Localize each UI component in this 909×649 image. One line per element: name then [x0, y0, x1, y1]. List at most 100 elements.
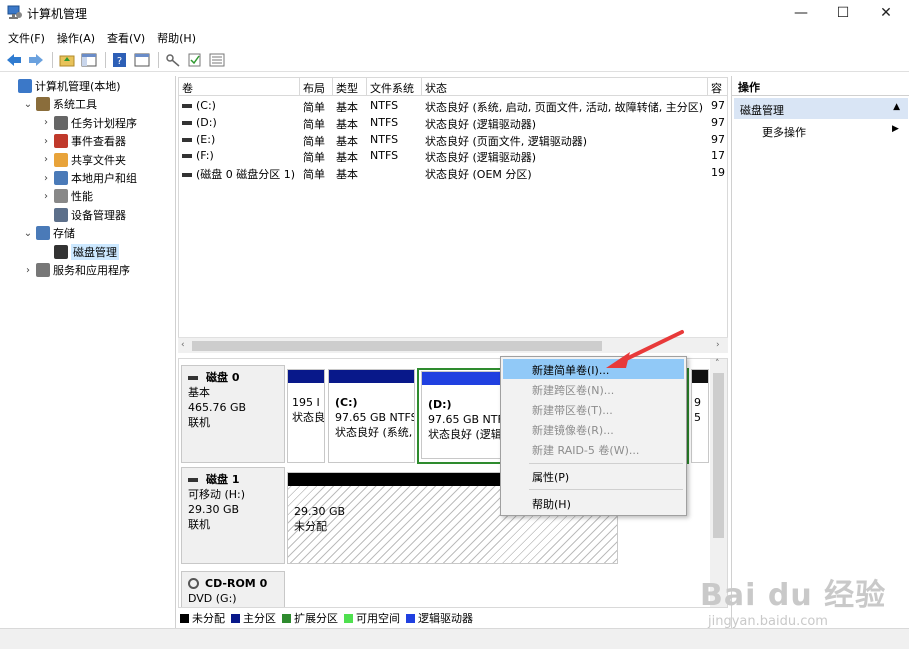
- close-icon: ✕: [880, 5, 892, 21]
- volume-cell-status: 状态良好 (系统, 启动, 页面文件, 活动, 故障转储, 主分区): [425, 101, 704, 114]
- forward-button[interactable]: [26, 51, 46, 69]
- volume-list: 卷 布局 类型 文件系统 状态 容 (C:) 简单 基本 NTFS 状态良好 (系统, …: [178, 77, 728, 353]
- close-button[interactable]: ✕: [864, 0, 908, 26]
- legend-item: 可用空间: [344, 610, 400, 626]
- expander-chevron-icon[interactable]: ›: [40, 136, 52, 147]
- tree-item[interactable]: 设备管理器: [40, 206, 126, 224]
- volume-row[interactable]: (C:) 简单 基本 NTFS 状态良好 (系统, 启动, 页面文件, 活动, 故障转储…: [179, 98, 727, 115]
- menu-new-mirrored-volume[interactable]: 新建镜像卷(R)...: [503, 419, 684, 439]
- properties-view-button[interactable]: [132, 51, 152, 69]
- baidu-watermark: Bai du 经验 jingyan.baidu.com: [700, 570, 900, 629]
- column-header-filesystem[interactable]: 文件系统: [367, 78, 422, 96]
- legend-item: 主分区: [231, 610, 276, 626]
- legend-label: 扩展分区: [294, 612, 338, 625]
- disk-0-partition-small[interactable]: 95: [691, 369, 709, 463]
- volume-cell-cap: 97: [711, 99, 725, 112]
- scrollbar-thumb[interactable]: [713, 373, 724, 538]
- menu-help[interactable]: 帮助(H): [157, 28, 202, 48]
- checklist-icon: [188, 53, 201, 66]
- tree-item-label: 任务计划程序: [71, 116, 137, 130]
- checklist-button[interactable]: [185, 51, 205, 69]
- legend-label: 主分区: [243, 612, 276, 625]
- expander-chevron-icon[interactable]: ⌄: [22, 228, 34, 239]
- disk-1-label[interactable]: 磁盘 1 可移动 (H:) 29.30 GB 联机: [181, 467, 285, 564]
- column-header-capacity[interactable]: 容: [708, 78, 727, 96]
- partition-status: 状态良: [292, 411, 325, 424]
- volume-name: (磁盘 0 磁盘分区 1): [196, 168, 296, 182]
- actions-section-disk-management[interactable]: 磁盘管理 ▲: [734, 98, 908, 119]
- scroll-right-icon[interactable]: ›: [716, 340, 720, 350]
- disk-0-label[interactable]: 磁盘 0 基本 465.76 GB 联机: [181, 365, 285, 463]
- volume-row[interactable]: (D:) 简单 基本 NTFS 状态良好 (逻辑驱动器) 97: [179, 115, 727, 132]
- tree-item-label: 计算机管理(本地): [35, 80, 121, 93]
- scrollbar-thumb[interactable]: [192, 341, 602, 351]
- menu-new-striped-volume[interactable]: 新建带区卷(T)...: [503, 399, 684, 419]
- maximize-button[interactable]: ☐: [821, 0, 865, 26]
- column-header-layout[interactable]: 布局: [300, 78, 333, 96]
- tree-item[interactable]: › 本地用户和组: [40, 169, 137, 187]
- partition-size: 97.65 GB NTFS: [335, 411, 415, 424]
- tree-item-label: 共享文件夹: [71, 153, 126, 167]
- expander-chevron-icon[interactable]: ›: [40, 173, 52, 184]
- column-header-status[interactable]: 状态: [422, 78, 708, 96]
- watermark-text: Bai du 经验: [700, 578, 887, 613]
- disk-1-title: 磁盘 1: [206, 473, 240, 486]
- disk-0-title: 磁盘 0: [206, 371, 240, 384]
- cdrom-0-label[interactable]: CD-ROM 0 DVD (G:): [181, 571, 285, 607]
- tree-item[interactable]: › 共享文件夹: [40, 151, 126, 169]
- volume-name: (F:): [196, 149, 214, 163]
- back-arrow-icon: [7, 53, 21, 66]
- forward-arrow-icon: [29, 53, 43, 66]
- svg-text:?: ?: [117, 56, 122, 67]
- volume-row[interactable]: (磁盘 0 磁盘分区 1) 简单 基本 状态良好 (OEM 分区) 19: [179, 165, 727, 182]
- connect-button[interactable]: [163, 51, 183, 69]
- tree-item[interactable]: 磁盘管理: [40, 243, 119, 261]
- tree-item[interactable]: › 任务计划程序: [40, 114, 137, 132]
- tree-item[interactable]: ⌄ 存储: [22, 224, 75, 242]
- tree-item-label: 设备管理器: [71, 208, 126, 222]
- help-button[interactable]: ?: [110, 51, 130, 69]
- volume-row[interactable]: (E:) 简单 基本 NTFS 状态良好 (页面文件, 逻辑驱动器) 97: [179, 132, 727, 149]
- tree-item[interactable]: › 性能: [40, 187, 93, 205]
- tree-item[interactable]: › 事件查看器: [40, 132, 126, 150]
- expander-chevron-icon[interactable]: ›: [40, 191, 52, 202]
- expander-chevron-icon[interactable]: ›: [40, 117, 52, 128]
- menu-file[interactable]: 文件(F): [8, 28, 51, 48]
- volume-row[interactable]: (F:) 简单 基本 NTFS 状态良好 (逻辑驱动器) 17: [179, 148, 727, 165]
- menu-new-spanned-volume[interactable]: 新建跨区卷(N)...: [503, 379, 684, 399]
- show-hide-tree-button[interactable]: [79, 51, 99, 69]
- column-header-volume[interactable]: 卷: [179, 78, 300, 96]
- partition-status: 状态良好 (逻辑: [428, 428, 502, 441]
- volume-list-header: 卷 布局 类型 文件系统 状态 容: [179, 78, 727, 96]
- title-bar: 计算机管理 — ☐ ✕: [0, 0, 909, 26]
- more-actions-item[interactable]: 更多操作 ▶: [762, 124, 906, 140]
- scroll-left-icon[interactable]: ‹: [181, 340, 185, 350]
- scroll-up-icon[interactable]: ˄: [715, 359, 720, 369]
- collapse-up-icon[interactable]: ▲: [893, 102, 900, 112]
- expander-chevron-icon[interactable]: ›: [40, 154, 52, 165]
- disk-0-state: 联机: [188, 416, 210, 429]
- minimize-button[interactable]: —: [779, 0, 823, 26]
- disk-0-oem-partition[interactable]: 195 I 状态良: [287, 369, 325, 463]
- console-tree-icon: [81, 53, 97, 66]
- list-view-button[interactable]: [207, 51, 227, 69]
- menu-new-raid5-volume[interactable]: 新建 RAID-5 卷(W)...: [503, 439, 684, 459]
- cdrom-type: DVD (G:): [188, 592, 237, 605]
- tree-item[interactable]: 计算机管理(本地): [4, 77, 121, 95]
- up-folder-button[interactable]: [57, 51, 77, 69]
- column-header-type[interactable]: 类型: [333, 78, 367, 96]
- tree-item[interactable]: › 服务和应用程序: [22, 261, 130, 279]
- menu-view[interactable]: 查看(V): [107, 28, 151, 48]
- menu-help[interactable]: 帮助(H): [503, 493, 684, 513]
- menu-bar: 文件(F) 操作(A) 查看(V) 帮助(H): [0, 28, 909, 48]
- expander-chevron-icon[interactable]: ⌄: [22, 99, 34, 110]
- expander-chevron-icon[interactable]: ›: [22, 265, 34, 276]
- disk-0-partition-c[interactable]: (C:) 97.65 GB NTFS 状态良好 (系统,: [328, 369, 415, 463]
- menu-properties[interactable]: 属性(P): [503, 466, 684, 486]
- menu-action[interactable]: 操作(A): [57, 28, 101, 48]
- disk-0-partition-d[interactable]: (D:) 97.65 GB NTFS 状态良好 (逻辑: [421, 371, 503, 459]
- volume-cell-cap: 97: [711, 115, 725, 129]
- tree-item[interactable]: ⌄ 系统工具: [22, 95, 97, 113]
- tools-icon: [36, 97, 50, 112]
- back-button[interactable]: [4, 51, 24, 69]
